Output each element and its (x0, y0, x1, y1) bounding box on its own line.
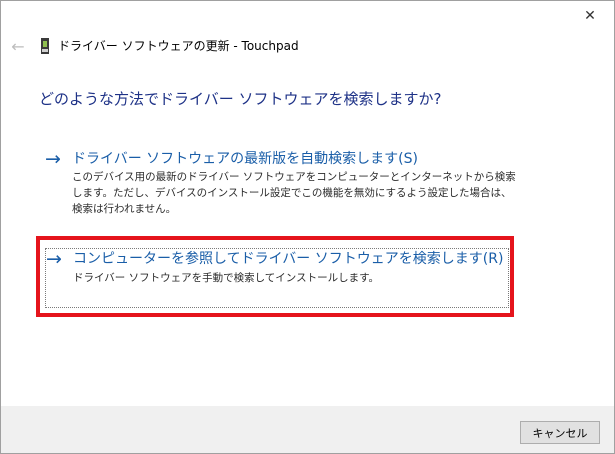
close-icon: ✕ (584, 7, 596, 24)
auto-search-title: ドライバー ソフトウェアの最新版を自動検索します(S) (72, 151, 418, 167)
browse-computer-description: ドライバー ソフトウェアを手動で検索してインストールします。 (73, 272, 380, 284)
back-button[interactable]: ← (8, 36, 28, 56)
window-title: ドライバー ソフトウェアの更新 - Touchpad (58, 39, 299, 53)
touchpad-device-icon (41, 38, 49, 54)
back-arrow-icon: ← (11, 36, 25, 56)
close-button[interactable]: ✕ (567, 1, 613, 30)
arrow-right-icon: → (45, 148, 61, 170)
browse-computer-title: コンピューターを参照してドライバー ソフトウェアを検索します(R) (73, 251, 504, 267)
cancel-button[interactable]: キャンセル (520, 421, 600, 444)
page-heading: どのような方法でドライバー ソフトウェアを検索しますか? (39, 90, 442, 108)
browse-computer-option[interactable]: → コンピューターを参照してドライバー ソフトウェアを検索します(R) ドライバ… (45, 248, 509, 308)
auto-search-option[interactable]: → ドライバー ソフトウェアの最新版を自動検索します(S) このデバイス用の最新… (41, 148, 516, 219)
arrow-right-icon: → (46, 248, 62, 270)
auto-search-description: このデバイス用の最新のドライバー ソフトウェアをコンピューターとインターネットか… (72, 171, 516, 215)
driver-update-dialog: ✕ ← ドライバー ソフトウェアの更新 - Touchpad どのような方法でド… (0, 0, 615, 454)
